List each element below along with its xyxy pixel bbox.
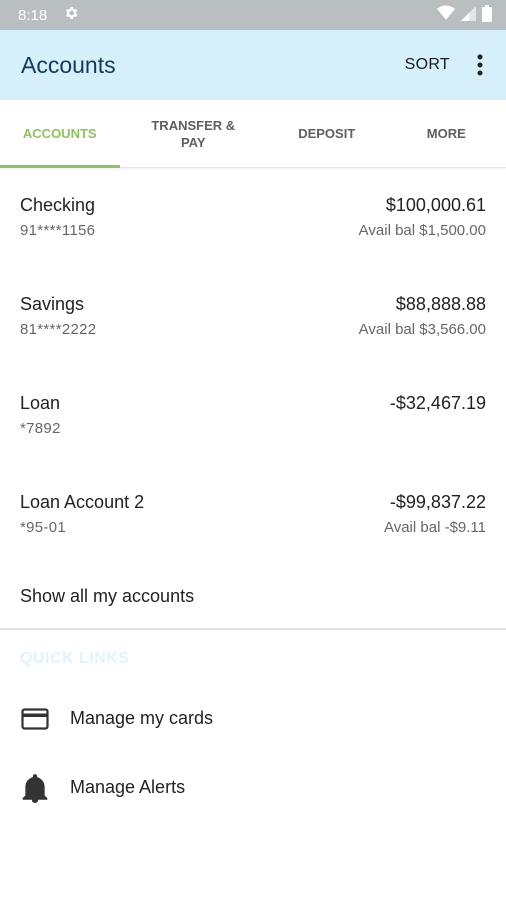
account-row-loan[interactable]: Loan *7892 -$32,467.19 — [0, 366, 506, 465]
account-name: Checking — [20, 195, 96, 215]
account-row-savings[interactable]: Savings 81****2222 $88,888.88 Avail bal … — [0, 267, 506, 366]
bell-icon — [20, 773, 50, 803]
quick-links-heading: QUICK LINKS — [20, 650, 130, 667]
available-balance: Avail bal -$9.11 — [383, 519, 486, 536]
account-name: Savings — [20, 294, 85, 314]
credit-card-icon — [20, 704, 50, 734]
tab-accounts[interactable]: ACCOUNTS — [0, 100, 120, 168]
status-bar: 8:18 — [0, 0, 506, 30]
account-balance: $100,000.61 — [385, 195, 486, 215]
account-row-checking[interactable]: Checking 91****1156 $100,000.61 Avail ba… — [0, 168, 506, 267]
account-number: 91****1156 — [20, 222, 96, 239]
tab-bar: ACCOUNTS TRANSFER & PAY DEPOSIT MORE — [0, 100, 506, 168]
tab-transfer-pay[interactable]: TRANSFER & PAY — [120, 100, 268, 167]
account-balance: $88,888.88 — [395, 294, 486, 314]
account-list: Checking 91****1156 $100,000.61 Avail ba… — [0, 168, 506, 564]
account-number: *95-01 — [20, 519, 67, 536]
gear-icon — [63, 5, 79, 25]
available-balance: Avail bal $1,500.00 — [358, 222, 486, 239]
account-balance: -$99,837.22 — [389, 492, 486, 512]
status-time: 8:18 — [18, 6, 48, 24]
available-balance: Avail bal $3,566.00 — [358, 321, 486, 338]
account-balance: -$32,467.19 — [389, 393, 486, 413]
manage-alerts-link[interactable]: Manage Alerts — [0, 753, 506, 822]
more-vert-icon[interactable] — [472, 53, 488, 77]
page-title: Accounts — [21, 51, 116, 78]
tab-more[interactable]: MORE — [387, 100, 506, 167]
account-number: 81****2222 — [20, 321, 97, 338]
app-bar: Accounts SORT — [0, 30, 506, 100]
manage-cards-label: Manage my cards — [70, 708, 214, 728]
account-name: Loan — [20, 393, 61, 413]
sort-button[interactable]: SORT — [405, 56, 450, 74]
manage-alerts-label: Manage Alerts — [70, 777, 186, 797]
signal-icon — [461, 5, 476, 25]
show-all-accounts-link[interactable]: Show all my accounts — [0, 564, 506, 630]
account-name: Loan Account 2 — [20, 492, 145, 512]
battery-icon — [482, 4, 492, 26]
manage-cards-link[interactable]: Manage my cards — [0, 684, 506, 753]
account-number: *7892 — [20, 420, 61, 437]
account-row-loan-account-2[interactable]: Loan Account 2 *95-01 -$99,837.22 Avail … — [0, 465, 506, 564]
tab-deposit[interactable]: DEPOSIT — [267, 100, 387, 167]
wifi-icon — [437, 5, 455, 25]
